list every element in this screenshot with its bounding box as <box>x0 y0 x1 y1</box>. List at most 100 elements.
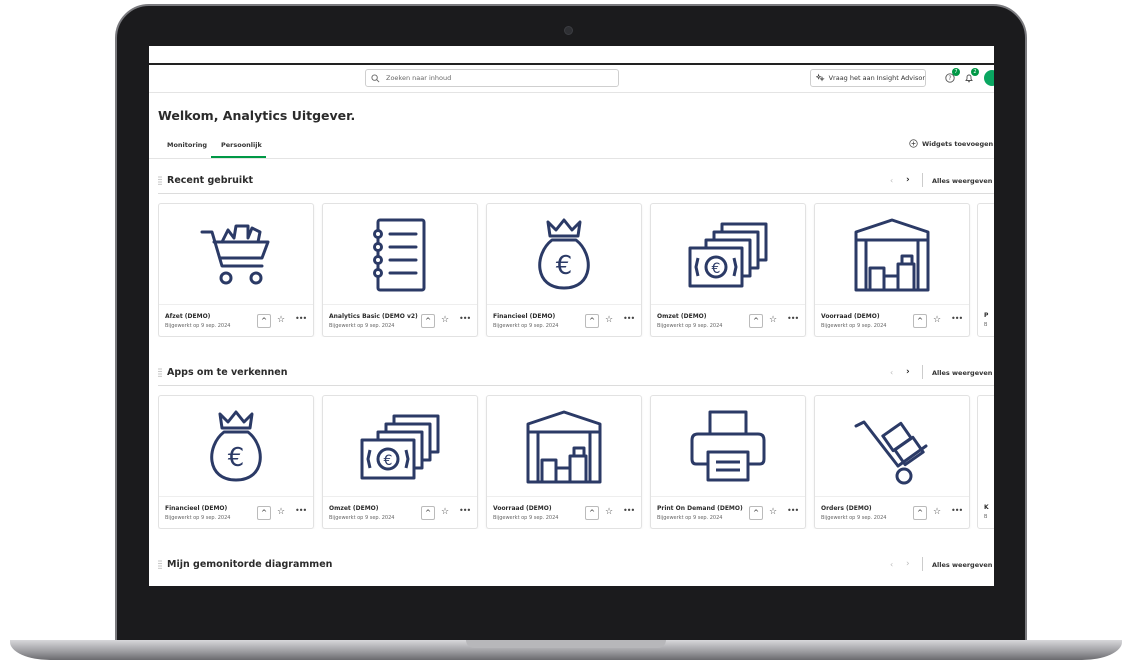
chevron-up-button[interactable]: ^ <box>749 506 763 520</box>
section-recent: Recent gebruikt ‹ › Alles weergeven <box>149 173 994 189</box>
app-name: Voorraad (DEMO) <box>493 505 552 512</box>
chevron-up-button[interactable]: ^ <box>421 314 435 328</box>
show-all-link[interactable]: Alles weergeven <box>932 177 992 185</box>
star-icon[interactable]: ☆ <box>605 315 613 325</box>
card-footer: Financieel (DEMO) Bijgewerkt op 9 sep. 2… <box>487 304 641 337</box>
more-options-icon[interactable]: ••• <box>623 314 635 323</box>
star-icon[interactable]: ☆ <box>441 315 449 325</box>
more-options-icon[interactable]: ••• <box>295 314 307 323</box>
tabs-divider <box>149 158 994 159</box>
section-divider <box>158 385 994 386</box>
app-card[interactable]: Print On Demand (DEMO) Bijgewerkt op 9 s… <box>650 395 806 529</box>
chevron-up-button[interactable]: ^ <box>913 506 927 520</box>
card-footer: Orders (DEMO) Bijgewerkt op 9 sep. 2024 … <box>815 496 969 529</box>
more-options-icon[interactable]: ••• <box>787 506 799 515</box>
app-card-partial[interactable]: K B <box>977 395 994 529</box>
app-card[interactable]: Analytics Basic (DEMO v2) Bijgewerkt op … <box>322 203 478 337</box>
app-updated-date: Bijgewerkt op 9 sep. 2024 <box>821 323 887 329</box>
divider <box>922 173 923 187</box>
add-widgets-button[interactable]: Widgets toevoegen <box>909 139 993 148</box>
chevron-left-icon[interactable]: ‹ <box>890 560 893 569</box>
card-footer: Voorraad (DEMO) Bijgewerkt op 9 sep. 202… <box>815 304 969 337</box>
app-name: Financieel (DEMO) <box>165 505 228 512</box>
app-updated-date: Bijgewerkt op 9 sep. 2024 <box>165 515 231 521</box>
app-updated-date: Bijgewerkt op 9 sep. 2024 <box>493 323 559 329</box>
tab-persoonlijk[interactable]: Persoonlijk <box>221 141 262 149</box>
chevron-right-icon[interactable]: › <box>906 559 910 569</box>
more-options-icon[interactable]: ••• <box>787 314 799 323</box>
chevron-up-button[interactable]: ^ <box>257 506 271 520</box>
star-icon[interactable]: ☆ <box>933 507 941 517</box>
avatar[interactable] <box>984 70 994 86</box>
more-options-icon[interactable]: ••• <box>459 314 471 323</box>
top-bar: Zoeken naar inhoud Vraag het aan Insight… <box>149 65 994 93</box>
sparkle-icon <box>816 73 825 82</box>
more-options-icon[interactable]: ••• <box>295 506 307 515</box>
app-card[interactable]: Voorraad (DEMO) Bijgewerkt op 9 sep. 202… <box>814 203 970 337</box>
chevron-up-button[interactable]: ^ <box>585 506 599 520</box>
notebook-list-icon <box>373 218 426 292</box>
chevron-right-icon[interactable]: › <box>906 175 910 185</box>
app-thumbnail <box>651 396 805 496</box>
app-screen: Zoeken naar inhoud Vraag het aan Insight… <box>149 46 994 586</box>
star-icon[interactable]: ☆ <box>277 315 285 325</box>
chevron-up-button[interactable]: ^ <box>585 314 599 328</box>
section-title: Mijn gemonitorde diagrammen <box>167 559 333 570</box>
star-icon[interactable]: ☆ <box>769 315 777 325</box>
app-thumbnail <box>323 204 477 304</box>
more-options-icon[interactable]: ••• <box>623 506 635 515</box>
app-name: Orders (DEMO) <box>821 505 872 512</box>
star-icon[interactable]: ☆ <box>277 507 285 517</box>
section-divider <box>158 193 994 194</box>
app-name: Analytics Basic (DEMO v2) <box>329 313 418 320</box>
app-card[interactable]: Orders (DEMO) Bijgewerkt op 9 sep. 2024 … <box>814 395 970 529</box>
app-thumbnail: € <box>323 396 477 496</box>
chevron-up-button[interactable]: ^ <box>421 506 435 520</box>
show-all-link[interactable]: Alles weergeven <box>932 369 992 377</box>
search-placeholder: Zoeken naar inhoud <box>386 74 452 82</box>
drag-handle-icon[interactable] <box>158 368 162 377</box>
chevron-right-icon[interactable]: › <box>906 367 910 377</box>
app-updated-date: Bijgewerkt op 9 sep. 2024 <box>657 323 723 329</box>
insight-advisor-label: Vraag het aan Insight Advisor <box>828 74 925 82</box>
app-name: Voorraad (DEMO) <box>821 313 880 320</box>
app-card[interactable]: Afzet (DEMO) Bijgewerkt op 9 sep. 2024 ^… <box>158 203 314 337</box>
chevron-up-button[interactable]: ^ <box>257 314 271 328</box>
chevron-up-button[interactable]: ^ <box>913 314 927 328</box>
svg-text:€: € <box>384 453 393 469</box>
drag-handle-icon[interactable] <box>158 176 162 185</box>
app-name: P <box>984 312 989 319</box>
more-options-icon[interactable]: ••• <box>459 506 471 515</box>
card-footer: Omzet (DEMO) Bijgewerkt op 9 sep. 2024 ^… <box>323 496 477 529</box>
star-icon[interactable]: ☆ <box>605 507 613 517</box>
plus-circle-icon <box>909 139 918 148</box>
warehouse-icon <box>854 218 930 292</box>
card-footer: Afzet (DEMO) Bijgewerkt op 9 sep. 2024 ^… <box>159 304 313 337</box>
section-title: Recent gebruikt <box>167 175 254 186</box>
card-footer: Financieel (DEMO) Bijgewerkt op 9 sep. 2… <box>159 496 313 529</box>
show-all-link[interactable]: Alles weergeven <box>932 561 992 569</box>
app-card[interactable]: Voorraad (DEMO) Bijgewerkt op 9 sep. 202… <box>486 395 642 529</box>
cards-row-recent: Afzet (DEMO) Bijgewerkt op 9 sep. 2024 ^… <box>158 203 994 337</box>
app-card[interactable]: € Financieel (DEMO) Bijgewerkt op 9 sep.… <box>486 203 642 337</box>
app-card[interactable]: € Omzet (DEMO) Bijgewerkt op 9 sep. 2024… <box>322 395 478 529</box>
star-icon[interactable]: ☆ <box>933 315 941 325</box>
cards-row-explore: € Financieel (DEMO) Bijgewerkt op 9 sep.… <box>158 395 994 529</box>
chevron-left-icon[interactable]: ‹ <box>890 176 893 185</box>
app-card[interactable]: € Financieel (DEMO) Bijgewerkt op 9 sep.… <box>158 395 314 529</box>
star-icon[interactable]: ☆ <box>441 507 449 517</box>
app-thumbnail <box>159 204 313 304</box>
chevron-left-icon[interactable]: ‹ <box>890 368 893 377</box>
app-card[interactable]: € Omzet (DEMO) Bijgewerkt op 9 sep. 2024… <box>650 203 806 337</box>
more-options-icon[interactable]: ••• <box>951 506 963 515</box>
tab-monitoring[interactable]: Monitoring <box>167 141 207 149</box>
insight-advisor-button[interactable]: Vraag het aan Insight Advisor <box>810 69 926 87</box>
drag-handle-icon[interactable] <box>158 560 162 569</box>
app-card-partial[interactable]: P B <box>977 203 994 337</box>
chevron-up-button[interactable]: ^ <box>749 314 763 328</box>
card-footer: Analytics Basic (DEMO v2) Bijgewerkt op … <box>323 304 477 337</box>
app-name: Print On Demand (DEMO) <box>657 505 743 512</box>
star-icon[interactable]: ☆ <box>769 507 777 517</box>
search-input[interactable]: Zoeken naar inhoud <box>365 69 619 87</box>
more-options-icon[interactable]: ••• <box>951 314 963 323</box>
